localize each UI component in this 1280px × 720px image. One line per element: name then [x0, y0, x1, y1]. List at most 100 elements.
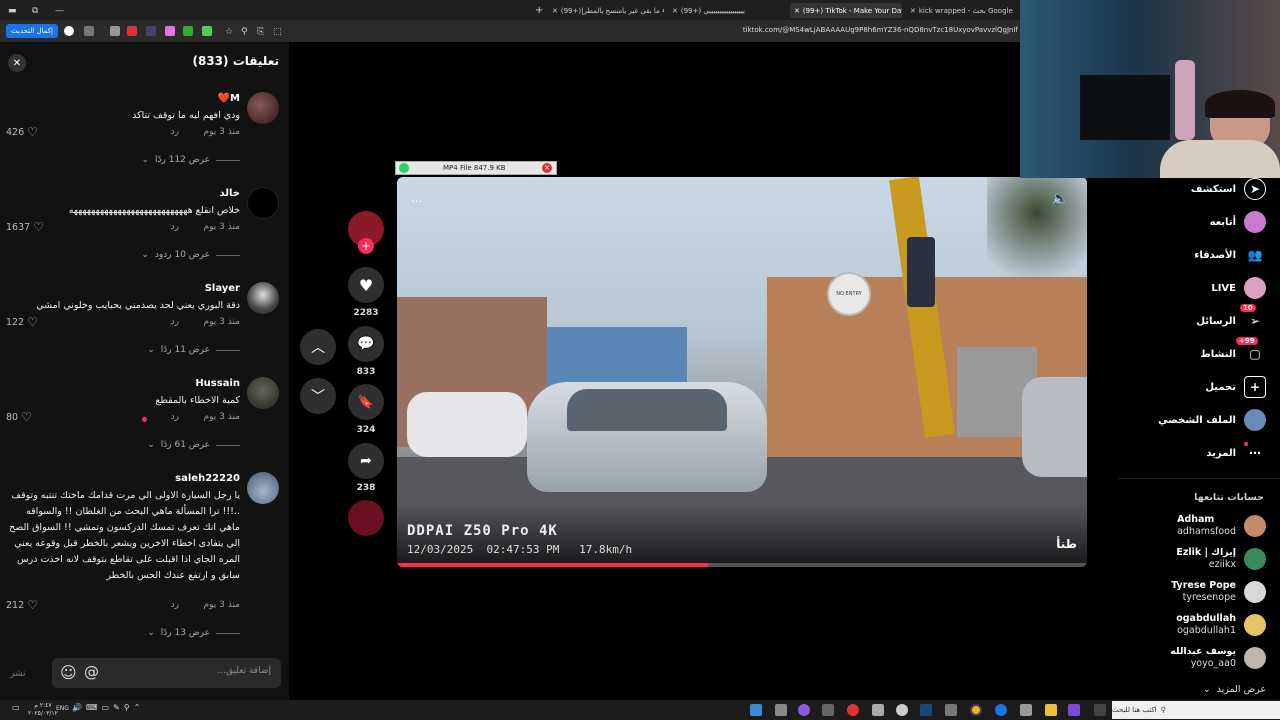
edge-icon[interactable] — [995, 704, 1007, 716]
share-button[interactable]: ➦ — [348, 443, 384, 479]
view-replies-button[interactable]: عرض 10 ردود ⌄ — [141, 250, 240, 260]
comment-author[interactable]: Hussain — [195, 378, 240, 389]
language-indicator[interactable]: ENG — [56, 705, 69, 712]
post-button[interactable]: نشر — [10, 669, 26, 679]
minimize-icon[interactable]: — — [55, 3, 64, 18]
comment-author[interactable]: M❤️ — [218, 93, 240, 104]
video-menu-icon[interactable]: ... — [411, 191, 422, 205]
avatar[interactable] — [247, 472, 279, 504]
see-more-button[interactable]: عرض المزيد ⌄ — [1203, 684, 1266, 695]
sound-disc[interactable] — [348, 500, 384, 536]
avatar[interactable] — [247, 92, 279, 124]
tab-close-icon[interactable]: ✕ — [910, 7, 916, 15]
volume-icon[interactable]: 🔈 — [1052, 191, 1069, 207]
extension-icon[interactable] — [110, 26, 120, 36]
nav-activity[interactable]: ▢ 99+ النشاط — [1200, 337, 1266, 365]
app-icon[interactable] — [775, 704, 787, 716]
tab-close-icon[interactable]: ✕ — [552, 7, 558, 15]
account-item[interactable]: Adham adhamsfood — [1177, 514, 1266, 537]
comment-author[interactable]: Slayer — [205, 283, 240, 294]
comment-input[interactable]: ☺ @ إضافة تعليق... — [52, 658, 281, 688]
new-tab-button[interactable]: + — [535, 3, 543, 18]
download-popup[interactable]: MP4 File 847.9 KB ✕ — [395, 161, 557, 175]
nav-friends[interactable]: 👥 الأصدقاء — [1194, 244, 1266, 266]
extension-icon[interactable] — [165, 26, 175, 36]
extension-icon[interactable] — [202, 26, 212, 36]
app-icon[interactable] — [822, 704, 834, 716]
account-item[interactable]: ogabdullah ogabdullah1 — [1176, 613, 1266, 636]
search-icon[interactable]: ⚲ — [241, 24, 248, 39]
view-replies-button[interactable]: عرض 11 ردًا ⌄ — [147, 345, 240, 355]
folder-icon[interactable] — [1045, 704, 1057, 716]
app-icon[interactable] — [1020, 704, 1032, 716]
notification-icon[interactable]: ▭ — [12, 703, 20, 712]
reply-button[interactable]: رد — [171, 127, 179, 137]
nav-explore[interactable]: ➤ استكشف — [1191, 178, 1266, 200]
nav-more[interactable]: ⋯ المزيد — [1206, 442, 1266, 464]
update-chip[interactable]: إكمال التحديث — [6, 24, 58, 38]
app-icon[interactable] — [847, 704, 859, 716]
bookmark-star-icon[interactable]: ☆ — [225, 24, 233, 39]
tab-2[interactable]: ✕ (99+) يييييييييييييييييي — [672, 3, 782, 18]
window-menu-icon[interactable]: ▬ — [8, 3, 17, 18]
nav-upload[interactable]: + تحميل — [1205, 376, 1266, 398]
follow-plus-icon[interactable]: + — [358, 238, 374, 254]
nav-following[interactable]: أتابعه — [1210, 211, 1266, 233]
restore-icon[interactable]: ⧉ — [32, 3, 38, 18]
settings-icon[interactable] — [896, 704, 908, 716]
view-replies-button[interactable]: عرض 13 ردًا ⌄ — [147, 628, 240, 638]
account-item[interactable]: يوسف عبدالله yoyo_aa0 — [1170, 646, 1266, 669]
extension-icon[interactable] — [127, 26, 137, 36]
reply-button[interactable]: رد — [171, 412, 179, 422]
close-icon[interactable]: ✕ — [542, 163, 552, 173]
account-item[interactable]: Ezlik | إيزاك eziikx — [1176, 547, 1266, 570]
tab-close-icon[interactable]: ✕ — [794, 7, 800, 15]
clock[interactable]: ٢:٤٧ م ٢٠٢٥/٠٣/١٢ — [28, 702, 58, 718]
tab-1[interactable]: ✕(99+)|ما بقى غير يامنسح بالمطر 😂 — [552, 3, 664, 18]
like-video-button[interactable]: ♥ — [348, 267, 384, 303]
extension-icon[interactable] — [146, 26, 156, 36]
nav-profile[interactable]: الملف الشخصي — [1158, 409, 1266, 431]
close-button[interactable]: ✕ — [8, 54, 26, 72]
save-button[interactable]: 🔖 — [348, 384, 384, 420]
app-icon[interactable] — [798, 704, 810, 716]
chrome-icon[interactable] — [970, 704, 982, 716]
taskbar-search[interactable]: ⚲ اكتب هنا للبحث — [1112, 701, 1280, 719]
shield-icon[interactable] — [183, 26, 193, 36]
like-button[interactable]: 122 ♡ — [6, 315, 38, 329]
video-player[interactable]: NO ENTRY DDPAI Z50 Pro 4K 12/03/2025 02:… — [397, 177, 1087, 567]
next-video-button[interactable]: ﹀ — [300, 378, 336, 414]
account-item[interactable]: Tyrese Pope tyresenope — [1171, 580, 1266, 603]
like-button[interactable]: 212 ♡ — [6, 598, 38, 612]
app-icon[interactable] — [750, 704, 762, 716]
reply-button[interactable]: رد — [171, 317, 179, 327]
comment-author[interactable]: saleh22220 — [175, 473, 240, 484]
tab-4[interactable]: ✕ kick wrapped - بحث Google — [910, 3, 1015, 18]
emoji-icon[interactable]: ☺ — [60, 663, 77, 682]
like-button[interactable]: 1637 ♡ — [6, 220, 44, 234]
avatar[interactable] — [247, 377, 279, 409]
comment-button[interactable]: 💬 — [348, 326, 384, 362]
reply-button[interactable]: رد — [171, 600, 179, 610]
system-tray-icons[interactable]: 🔊⌨▭✎⚲⌃ — [72, 703, 144, 712]
app-icon[interactable] — [945, 704, 957, 716]
share-icon[interactable]: ⎘ — [257, 24, 264, 39]
like-button[interactable]: 426 ♡ — [6, 125, 38, 139]
view-replies-button[interactable]: عرض 112 ردًا ⌄ — [141, 155, 240, 165]
mention-icon[interactable]: @ — [84, 663, 99, 681]
avatar[interactable] — [247, 282, 279, 314]
tab-close-icon[interactable]: ✕ — [672, 7, 678, 15]
like-button[interactable]: 80 ♡ — [6, 410, 32, 424]
url-text[interactable]: tiktok.com/@MS4wLjABAAAAUg9P8h6mYZ36-nQD… — [600, 26, 1018, 34]
steam-icon[interactable] — [920, 704, 932, 716]
reply-button[interactable]: رد — [171, 222, 179, 232]
nav-live[interactable]: LIVE — [1211, 277, 1266, 299]
comment-author[interactable]: خالد — [220, 188, 241, 199]
previous-video-button[interactable]: ︿ — [300, 329, 336, 365]
tab-tiktok[interactable]: ✕ (99+) TikTok - Make Your Day — [790, 3, 902, 18]
app-icon[interactable] — [1068, 704, 1080, 716]
view-replies-button[interactable]: عرض 61 ردًا ⌄ — [147, 440, 240, 450]
app-icon[interactable] — [872, 704, 884, 716]
avatar[interactable] — [247, 187, 279, 219]
screenshot-icon[interactable]: ⬚ — [273, 24, 282, 39]
